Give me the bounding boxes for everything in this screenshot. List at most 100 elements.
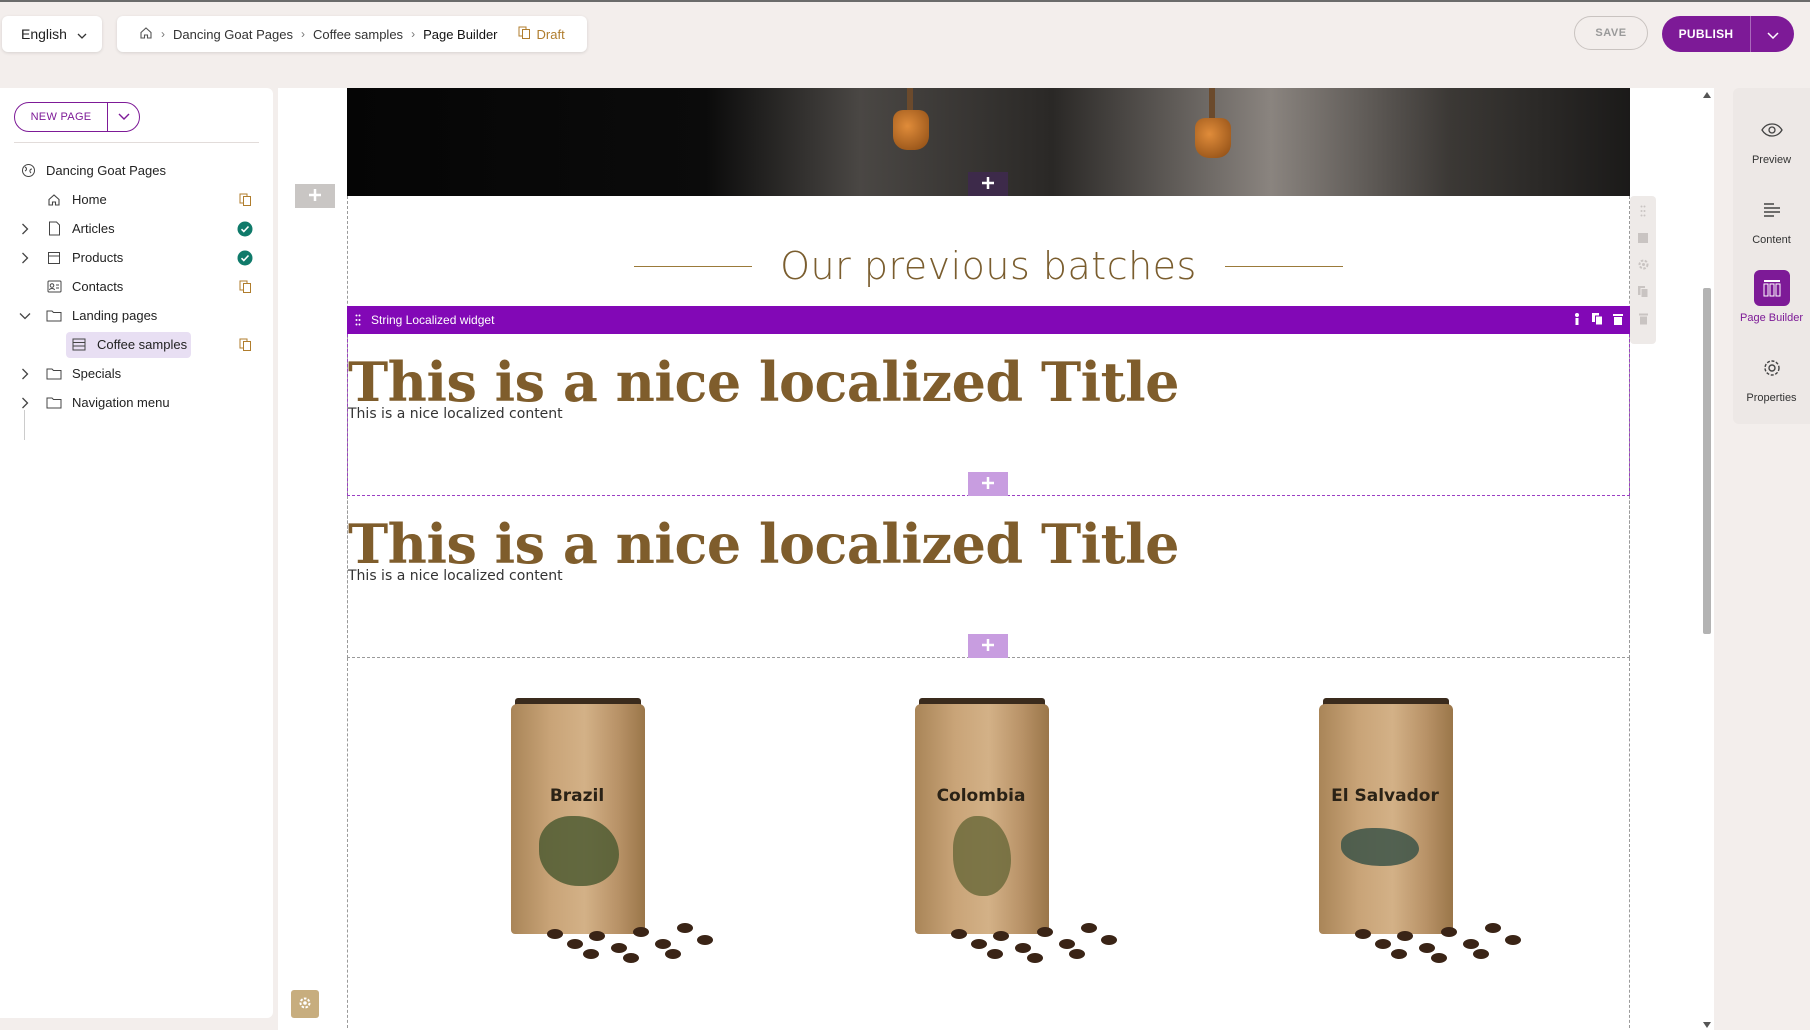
- gear-icon[interactable]: [1637, 258, 1650, 274]
- page-builder-label: Page Builder: [1740, 312, 1803, 324]
- draft-status: Draft: [518, 26, 565, 42]
- coffee-bag-card[interactable]: Brazil: [497, 698, 713, 963]
- delete-icon[interactable]: [1638, 312, 1649, 328]
- section-heading: Our previous batches: [347, 236, 1630, 296]
- breadcrumb-item-page[interactable]: Coffee samples: [313, 27, 403, 42]
- drag-handle-icon[interactable]: [1640, 204, 1646, 220]
- localized-content[interactable]: This is a nice localized content: [348, 406, 563, 422]
- chevron-down-icon[interactable]: [18, 309, 32, 323]
- page-builder-canvas[interactable]: Our previous batches String Localized wi…: [278, 88, 1714, 1030]
- content-button[interactable]: Content: [1733, 192, 1810, 262]
- page-list-icon: [46, 250, 62, 266]
- page-builder-button[interactable]: Page Builder: [1733, 270, 1810, 340]
- heading-rule: [1224, 265, 1343, 267]
- coffee-bag-card[interactable]: Colombia: [901, 698, 1117, 963]
- chevron-right-icon[interactable]: [18, 367, 32, 381]
- chevron-down-icon: [77, 26, 87, 42]
- tree-item-label: Dancing Goat Pages: [46, 163, 166, 178]
- tree-item-root[interactable]: Dancing Goat Pages: [0, 156, 273, 185]
- tree-item-label: Landing pages: [72, 308, 158, 323]
- home-icon[interactable]: [139, 26, 153, 43]
- widget-toolbar: [1571, 312, 1624, 329]
- properties-button[interactable]: Properties: [1733, 350, 1810, 420]
- contacts-icon: [46, 279, 62, 295]
- save-button[interactable]: SAVE: [1574, 16, 1648, 50]
- plus-icon: [980, 637, 996, 656]
- folder-icon: [46, 308, 62, 324]
- add-widget-button[interactable]: [968, 634, 1008, 658]
- tree-item-label: Home: [72, 192, 107, 207]
- draft-icon: [518, 26, 531, 42]
- tree-item-navigation-menu[interactable]: Navigation menu: [0, 388, 273, 417]
- preview-label: Preview: [1751, 154, 1792, 166]
- plus-icon: [980, 475, 996, 494]
- tree-item-label: Contacts: [72, 279, 124, 294]
- page-settings-button[interactable]: [291, 990, 319, 1018]
- add-widget-button[interactable]: [968, 172, 1008, 196]
- chevron-down-icon: [1766, 26, 1779, 42]
- layout-icon[interactable]: [1637, 231, 1649, 247]
- tree-item-label: Products: [72, 250, 124, 265]
- add-section-button[interactable]: [295, 184, 335, 208]
- draft-label: Draft: [536, 26, 565, 42]
- widget-header-bar[interactable]: String Localized widget: [347, 306, 1630, 334]
- properties-label: Properties: [1746, 392, 1797, 404]
- coffee-beans: [931, 909, 1151, 969]
- section-heading-text: Our previous batches: [780, 244, 1197, 288]
- localized-title[interactable]: This is a nice localized Title: [348, 512, 1180, 576]
- globe-icon: [20, 163, 36, 179]
- tree-item-contacts[interactable]: Contacts: [0, 272, 273, 301]
- tree-item-products[interactable]: Products: [0, 243, 273, 272]
- scroll-up-arrow-icon[interactable]: [1703, 92, 1711, 98]
- gear-icon: [298, 996, 312, 1013]
- tree-item-landing-pages[interactable]: Landing pages: [0, 301, 273, 330]
- page-tree: Dancing Goat Pages Home Articles Product…: [0, 156, 273, 417]
- delete-icon[interactable]: [1612, 312, 1624, 329]
- coffee-bag-card[interactable]: El Salvador: [1305, 698, 1521, 963]
- tree-item-label: Articles: [72, 221, 115, 236]
- publish-options-button[interactable]: [1750, 16, 1794, 52]
- text-align-icon: [1754, 192, 1790, 228]
- preview-button[interactable]: Preview: [1733, 112, 1810, 182]
- breadcrumb: › Dancing Goat Pages › Coffee samples › …: [117, 16, 587, 52]
- add-widget-button[interactable]: [968, 472, 1008, 496]
- copy-icon[interactable]: [1591, 312, 1604, 329]
- content-tree-panel: NEW PAGE Dancing Goat Pages Home Article…: [0, 88, 273, 1018]
- new-page-button-group: NEW PAGE: [14, 102, 140, 132]
- new-page-button[interactable]: NEW PAGE: [15, 103, 107, 131]
- publish-button[interactable]: PUBLISH: [1662, 16, 1750, 52]
- coffee-beans: [527, 909, 747, 969]
- tree-item-home[interactable]: Home: [0, 185, 273, 214]
- chevron-right-icon[interactable]: [18, 251, 32, 265]
- tree-item-label: Coffee samples: [97, 337, 188, 352]
- widget-name: String Localized widget: [371, 313, 495, 327]
- canvas-scrollbar[interactable]: [1700, 88, 1714, 1030]
- country-map-icon: [1341, 828, 1419, 866]
- window-top-border: [0, 0, 1810, 2]
- copy-icon[interactable]: [1637, 285, 1649, 301]
- breadcrumb-separator: ›: [411, 27, 416, 41]
- published-status-icon: [237, 250, 253, 266]
- chevron-right-icon[interactable]: [18, 396, 32, 410]
- tree-item-articles[interactable]: Articles: [0, 214, 273, 243]
- localized-content[interactable]: This is a nice localized content: [348, 568, 563, 584]
- new-page-options-button[interactable]: [107, 103, 139, 131]
- breadcrumb-item-root[interactable]: Dancing Goat Pages: [173, 27, 293, 42]
- personalize-icon[interactable]: [1571, 312, 1583, 329]
- localized-title[interactable]: This is a nice localized Title: [348, 350, 1180, 414]
- publish-button-group: PUBLISH: [1662, 16, 1794, 52]
- grinder-knob: [1195, 118, 1231, 158]
- tree-item-coffee-samples[interactable]: Coffee samples: [0, 330, 273, 359]
- tree-item-specials[interactable]: Specials: [0, 359, 273, 388]
- chevron-right-icon[interactable]: [18, 222, 32, 236]
- heading-rule: [634, 265, 753, 267]
- home-icon: [46, 192, 62, 208]
- language-selector[interactable]: English: [2, 16, 102, 52]
- content-label: Content: [1752, 234, 1791, 246]
- published-status-icon: [237, 221, 253, 237]
- layout-icon: [71, 337, 87, 353]
- drag-handle-icon[interactable]: [355, 314, 361, 326]
- scrollbar-thumb[interactable]: [1703, 288, 1711, 634]
- folder-icon: [46, 395, 62, 411]
- scroll-down-arrow-icon[interactable]: [1703, 1022, 1711, 1028]
